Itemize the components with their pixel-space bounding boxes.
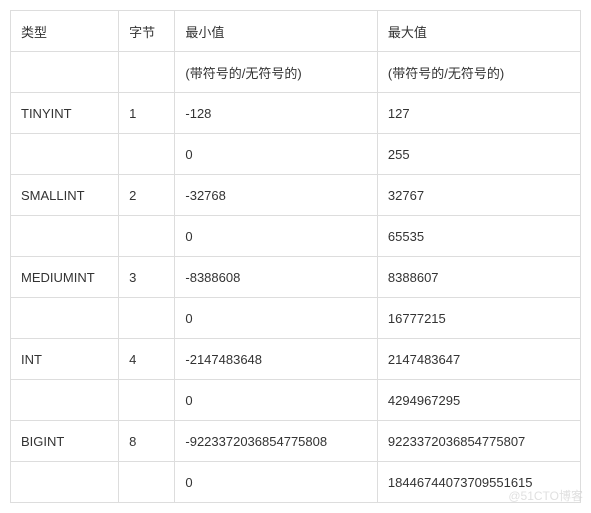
table-row: INT 4 -2147483648 2147483647	[11, 339, 581, 380]
table-row: 0 65535	[11, 216, 581, 257]
cell-max-unsigned: 65535	[377, 216, 580, 257]
cell-bytes: 4	[119, 339, 175, 380]
table-row: 0 18446744073709551615	[11, 462, 581, 503]
table-row: 0 4294967295	[11, 380, 581, 421]
subheader-max: (带符号的/无符号的)	[377, 52, 580, 93]
table-row: BIGINT 8 -9223372036854775808 9223372036…	[11, 421, 581, 462]
cell-bytes: 2	[119, 175, 175, 216]
cell-blank	[119, 216, 175, 257]
cell-blank	[119, 380, 175, 421]
cell-min-signed: -128	[175, 93, 378, 134]
table-row: 0 255	[11, 134, 581, 175]
cell-min-signed: -32768	[175, 175, 378, 216]
cell-max-unsigned: 16777215	[377, 298, 580, 339]
table-row: 0 16777215	[11, 298, 581, 339]
cell-max-unsigned: 18446744073709551615	[377, 462, 580, 503]
subheader-min: (带符号的/无符号的)	[175, 52, 378, 93]
cell-bytes: 3	[119, 257, 175, 298]
cell-blank	[11, 134, 119, 175]
cell-blank	[119, 462, 175, 503]
table-row: MEDIUMINT 3 -8388608 8388607	[11, 257, 581, 298]
cell-max-signed: 127	[377, 93, 580, 134]
cell-blank	[119, 298, 175, 339]
cell-blank	[119, 52, 175, 93]
cell-type: SMALLINT	[11, 175, 119, 216]
cell-min-unsigned: 0	[175, 380, 378, 421]
header-type: 类型	[11, 11, 119, 52]
cell-min-unsigned: 0	[175, 462, 378, 503]
table-header-row: 类型 字节 最小值 最大值	[11, 11, 581, 52]
cell-max-signed: 2147483647	[377, 339, 580, 380]
integer-types-table: 类型 字节 最小值 最大值 (带符号的/无符号的) (带符号的/无符号的) TI…	[10, 10, 581, 503]
cell-max-unsigned: 4294967295	[377, 380, 580, 421]
cell-blank	[11, 298, 119, 339]
cell-type: INT	[11, 339, 119, 380]
cell-max-unsigned: 255	[377, 134, 580, 175]
cell-blank	[11, 380, 119, 421]
header-min: 最小值	[175, 11, 378, 52]
cell-blank	[11, 52, 119, 93]
cell-blank	[11, 462, 119, 503]
cell-bytes: 8	[119, 421, 175, 462]
cell-type: BIGINT	[11, 421, 119, 462]
cell-type: MEDIUMINT	[11, 257, 119, 298]
cell-min-signed: -2147483648	[175, 339, 378, 380]
cell-min-unsigned: 0	[175, 216, 378, 257]
table-row: TINYINT 1 -128 127	[11, 93, 581, 134]
cell-blank	[11, 216, 119, 257]
cell-max-signed: 9223372036854775807	[377, 421, 580, 462]
header-max: 最大值	[377, 11, 580, 52]
cell-min-unsigned: 0	[175, 134, 378, 175]
cell-type: TINYINT	[11, 93, 119, 134]
cell-min-unsigned: 0	[175, 298, 378, 339]
header-bytes: 字节	[119, 11, 175, 52]
cell-min-signed: -8388608	[175, 257, 378, 298]
cell-max-signed: 32767	[377, 175, 580, 216]
table-row: SMALLINT 2 -32768 32767	[11, 175, 581, 216]
cell-min-signed: -9223372036854775808	[175, 421, 378, 462]
table-subheader-row: (带符号的/无符号的) (带符号的/无符号的)	[11, 52, 581, 93]
cell-max-signed: 8388607	[377, 257, 580, 298]
cell-blank	[119, 134, 175, 175]
cell-bytes: 1	[119, 93, 175, 134]
